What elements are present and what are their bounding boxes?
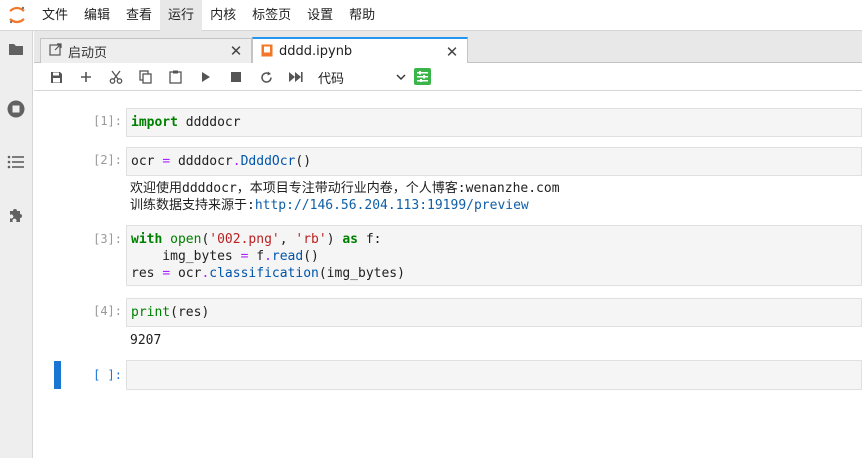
tab-notebook-label: dddd.ipynb <box>279 44 353 59</box>
property-inspector-icon[interactable] <box>414 68 431 85</box>
input-prompt: [1]: <box>93 114 122 128</box>
output-link[interactable]: http://146.56.204.113:19199/preview <box>255 198 529 213</box>
stop-icon[interactable] <box>226 68 246 86</box>
launcher-icon <box>49 43 62 59</box>
cell-output: 欢迎使用ddddocr，本项目专注带动行业内卷，个人博客:wenanzhe.co… <box>130 180 860 214</box>
fast-forward-icon[interactable] <box>286 68 306 86</box>
copy-icon[interactable] <box>135 68 155 86</box>
menu-tabs[interactable]: 标签页 <box>244 0 299 31</box>
input-prompt: [ ]: <box>93 368 122 382</box>
menu-run[interactable]: 运行 <box>160 0 203 31</box>
jupyter-logo-icon[interactable] <box>0 0 34 31</box>
tab-launcher-label: 启动页 <box>68 45 108 61</box>
extension-icon[interactable] <box>6 205 26 225</box>
menu-help[interactable]: 帮助 <box>341 0 383 31</box>
restart-icon[interactable] <box>256 68 276 86</box>
main-area: 启动页 ✕ dddd.ipynb ✕ 代码 [1]: import ddddoc… <box>34 31 862 458</box>
output-text: 训练数据支持来源于: <box>130 198 255 213</box>
active-cell-indicator <box>54 361 61 389</box>
close-icon[interactable]: ✕ <box>445 43 459 61</box>
notebook-icon <box>261 44 273 60</box>
input-prompt: [2]: <box>93 153 122 167</box>
cut-icon[interactable] <box>106 68 126 86</box>
tab-bar: 启动页 ✕ dddd.ipynb ✕ <box>34 31 862 64</box>
code-cell-input[interactable]: ocr = ddddocr.DdddOcr() <box>126 147 862 176</box>
save-icon[interactable] <box>46 68 66 86</box>
menu-settings[interactable]: 设置 <box>299 0 341 31</box>
code-cell-input[interactable] <box>126 360 862 390</box>
add-icon[interactable] <box>76 68 96 86</box>
running-icon[interactable] <box>6 99 26 119</box>
menu-bar: 文件 编辑 查看 运行 内核 标签页 设置 帮助 <box>0 0 862 31</box>
input-prompt: [4]: <box>93 304 122 318</box>
code-cell-input[interactable]: with open('002.png', 'rb') as f: img_byt… <box>126 225 862 286</box>
tab-launcher[interactable]: 启动页 ✕ <box>40 38 252 63</box>
menu-edit[interactable]: 编辑 <box>76 0 118 31</box>
toc-icon[interactable] <box>6 152 26 172</box>
menu-file[interactable]: 文件 <box>34 0 76 31</box>
output-text: 欢迎使用ddddocr，本项目专注带动行业内卷，个人博客:wenanzhe.co… <box>130 181 560 196</box>
paste-icon[interactable] <box>165 68 185 86</box>
notebook-toolbar: 代码 <box>34 63 862 91</box>
notebook-panel: [1]: import ddddocr [2]: ocr = ddddocr.D… <box>34 92 862 458</box>
input-prompt: [3]: <box>93 232 122 246</box>
code-cell-input[interactable]: print(res) <box>126 298 862 327</box>
menu-view[interactable]: 查看 <box>118 0 160 31</box>
cell-output: 9207 <box>130 333 162 348</box>
left-sidebar <box>0 31 33 458</box>
chevron-down-icon <box>396 71 406 84</box>
code-cell-input[interactable]: import ddddocr <box>126 108 862 137</box>
cell-type-value: 代码 <box>318 71 345 87</box>
folder-icon[interactable] <box>6 39 26 59</box>
close-icon[interactable]: ✕ <box>229 42 243 60</box>
tab-notebook[interactable]: dddd.ipynb ✕ <box>252 37 468 64</box>
run-icon[interactable] <box>196 68 216 86</box>
menu-kernel[interactable]: 内核 <box>202 0 244 31</box>
cell-type-select[interactable]: 代码 <box>318 66 406 88</box>
